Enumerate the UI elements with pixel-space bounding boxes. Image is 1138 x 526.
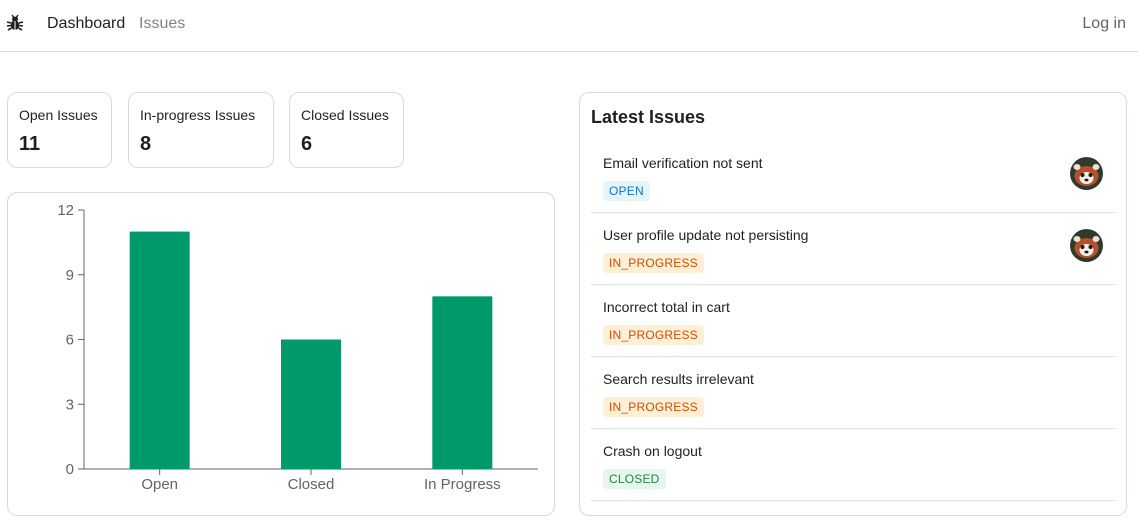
issue-title[interactable]: Email verification not sent <box>603 155 763 172</box>
issue-row[interactable]: Incorrect total in cart IN_PROGRESS <box>591 285 1115 357</box>
issue-row[interactable]: Email verification not sent OPEN <box>591 141 1115 213</box>
y-tick-label: 6 <box>66 332 74 349</box>
bar-closed[interactable] <box>281 339 341 470</box>
in-progress-issues-card[interactable]: In-progress Issues 8 <box>128 92 274 168</box>
issue-title[interactable]: User profile update not persisting <box>603 227 808 244</box>
latest-issues-title: Latest Issues <box>591 107 706 127</box>
assignee-avatar <box>1070 229 1103 262</box>
issue-row[interactable]: User profile update not persisting IN_PRO… <box>591 213 1115 285</box>
open-issues-card[interactable]: Open Issues 11 <box>7 92 112 168</box>
status-badge: CLOSED <box>603 469 666 489</box>
card-label: Closed Issues <box>301 107 389 123</box>
card-value: 11 <box>19 133 41 155</box>
y-tick-label: 9 <box>66 267 74 284</box>
bar-in-progress[interactable] <box>432 296 493 469</box>
closed-issues-card[interactable]: Closed Issues 6 <box>289 92 404 168</box>
bug-icon[interactable] <box>6 14 24 32</box>
card-label: Open Issues <box>19 107 98 123</box>
bar-open[interactable] <box>129 231 190 469</box>
status-badge: IN_PROGRESS <box>603 397 704 417</box>
y-tick-label: 12 <box>57 202 74 219</box>
issues-bar-chart-card: 0 3 6 9 12 Open Closed In Progress <box>7 192 555 516</box>
assignee-avatar <box>1070 157 1103 190</box>
x-tick-label: Closed <box>288 476 335 493</box>
issue-row[interactable]: Crash on logout CLOSED <box>591 429 1115 501</box>
status-badge: IN_PROGRESS <box>603 325 704 345</box>
y-tick-label: 0 <box>66 461 74 478</box>
card-value: 8 <box>140 133 152 155</box>
login-link[interactable]: Log in <box>1082 14 1126 34</box>
issue-row[interactable]: Search results irrelevant IN_PROGRESS <box>591 357 1115 429</box>
nav-link-dashboard[interactable]: Dashboard <box>47 14 125 34</box>
status-badge: OPEN <box>603 181 650 201</box>
y-tick-label: 3 <box>66 396 74 413</box>
issue-title[interactable]: Incorrect total in cart <box>603 299 730 316</box>
status-badge: IN_PROGRESS <box>603 253 704 273</box>
issue-title[interactable]: Crash on logout <box>603 443 702 460</box>
card-label: In-progress Issues <box>140 107 256 123</box>
issues-bar-chart: 0 3 6 9 12 Open Closed In Progress <box>57 202 538 493</box>
x-tick-label: In Progress <box>424 476 501 493</box>
nav-link-issues[interactable]: Issues <box>139 14 185 34</box>
top-navbar: Dashboard Issues Log in <box>0 0 1138 52</box>
latest-issues-panel: Latest Issues Email verification not sen… <box>579 92 1127 516</box>
issue-title[interactable]: Search results irrelevant <box>603 371 754 388</box>
card-value: 6 <box>301 133 313 155</box>
x-tick-label: Open <box>141 476 178 493</box>
